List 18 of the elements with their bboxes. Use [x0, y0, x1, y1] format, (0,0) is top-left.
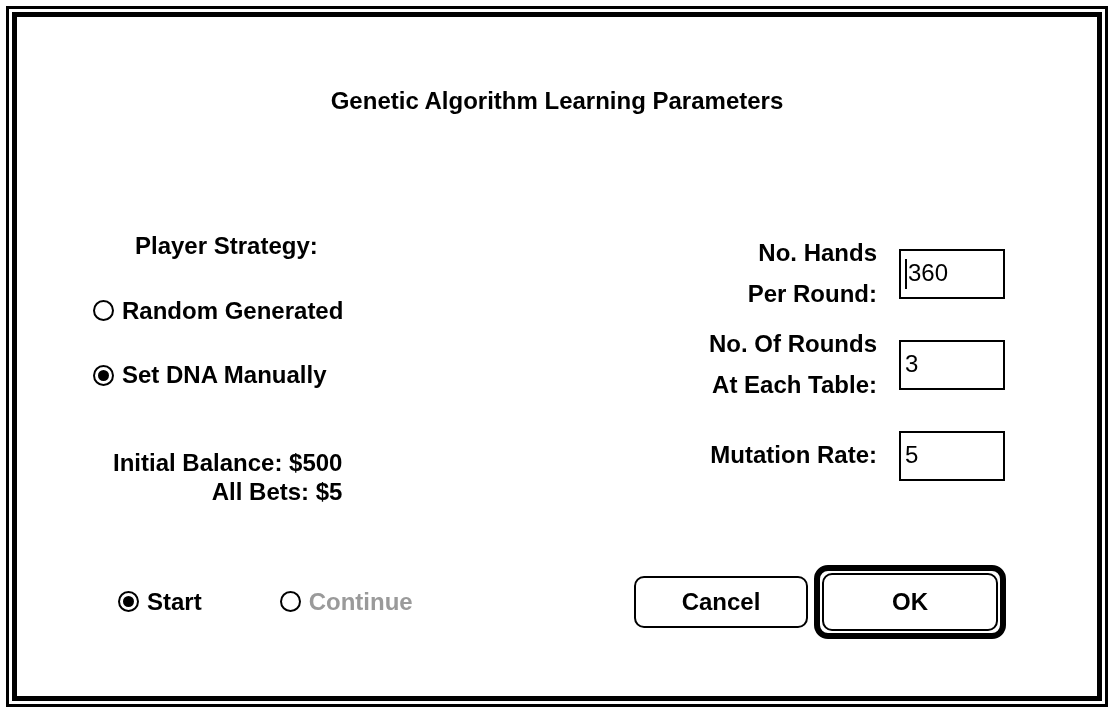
radio-option[interactable]: Start — [118, 587, 202, 617]
radio-button[interactable] — [118, 591, 139, 613]
input-field[interactable]: 360 — [899, 248, 1005, 299]
input-field[interactable]: 3 — [899, 339, 1005, 390]
radio-button[interactable] — [93, 365, 114, 387]
strategy-label: Player Strategy: — [135, 231, 319, 261]
dialog-title: Genetic Algorithm Learning Parameters — [329, 87, 785, 116]
radio-option[interactable]: Random Generated — [93, 296, 344, 326]
field-label: No. Of Rounds At Each Table: — [708, 329, 877, 400]
info-text: All Bets: $5 — [211, 478, 343, 507]
radio-button[interactable] — [93, 300, 114, 322]
field-label: No. Hands Per Round: — [746, 238, 877, 309]
radio-option[interactable]: Set DNA Manually — [93, 361, 327, 391]
input-field[interactable]: 5 — [899, 430, 1005, 481]
ok-button[interactable]: OK — [822, 573, 998, 631]
cancel-button[interactable]: Cancel — [634, 576, 808, 628]
info-text: Initial Balance: $500 — [113, 449, 343, 478]
field-label: Mutation Rate: — [709, 440, 877, 471]
